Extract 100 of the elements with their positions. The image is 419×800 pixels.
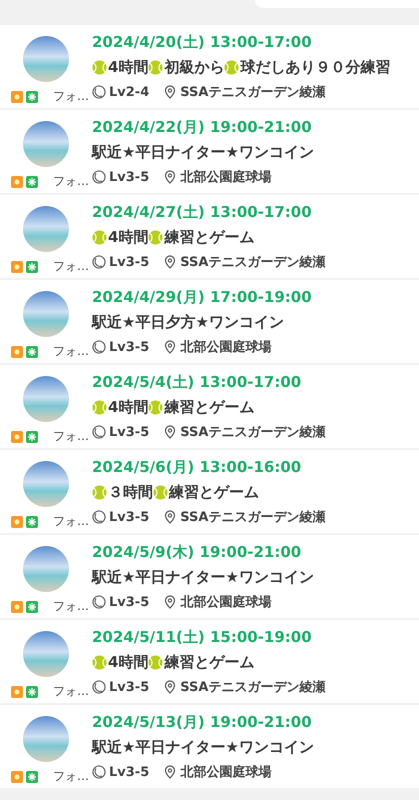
event-card[interactable]: フォ… 2024/4/20(土) 13:00-17:00 4時間 初級から 球だしあり９０分練習 Lv2-4 SSAテニスガーデン綾瀬 xyxy=(0,25,419,108)
event-date: 2024/5/6(月) 13:00-16:00 xyxy=(92,458,302,477)
event-title: 4時間 xyxy=(108,58,148,77)
organizer-name: フォ… xyxy=(53,258,89,275)
avatar-photo-placeholder xyxy=(23,121,69,167)
level-icon xyxy=(92,680,106,694)
level-text: Lv3-5 xyxy=(109,254,150,270)
level-icon xyxy=(92,340,106,354)
event-title: 4時間 xyxy=(108,228,148,247)
level-icon xyxy=(92,425,106,439)
tennis-ball-icon xyxy=(92,485,107,500)
event-date: 2024/4/22(月) 19:00-21:00 xyxy=(92,118,313,137)
level-text: Lv3-5 xyxy=(109,170,150,184)
event-title: 駅近★平日ナイター★ワンコイン xyxy=(92,568,314,587)
organizer-name: フォ… xyxy=(53,173,89,190)
location-pin-icon xyxy=(163,85,178,99)
event-title: 駅近★平日ナイター★ワンコイン xyxy=(92,143,314,162)
organizer-name: フォ… xyxy=(53,598,89,615)
event-card[interactable]: フォ… 2024/5/11(土) 15:00-19:00 4時間 練習とゲーム Lv3-5 SSAテニスガーデン綾瀬 xyxy=(0,620,419,703)
sun-badge-icon xyxy=(11,770,23,782)
sun-badge-icon xyxy=(11,90,23,102)
asterisk-badge-icon xyxy=(26,260,38,272)
event-title: 初級から xyxy=(164,58,224,77)
event-card[interactable]: フォ… 2024/5/4(土) 13:00-17:00 4時間 練習とゲーム Lv3-5 SSAテニスガーデン綾瀬 xyxy=(0,365,419,448)
avatar-photo-placeholder xyxy=(23,206,69,252)
event-date: 2024/4/27(土) 13:00-17:00 xyxy=(92,203,313,222)
asterisk-badge-icon xyxy=(26,686,38,698)
event-card[interactable]: フォ… 2024/5/6(月) 13:00-16:00 ３時間 練習とゲーム Lv3-5 SSAテニスガーデン綾瀬 xyxy=(0,450,419,533)
asterisk-badge-icon xyxy=(26,176,38,188)
location-pin-icon xyxy=(163,340,178,354)
asterisk-badge-icon xyxy=(26,516,38,528)
sun-badge-icon xyxy=(11,176,23,188)
location-pin-icon xyxy=(163,510,178,524)
level-text: Lv3-5 xyxy=(109,680,150,694)
organizer-name: フォ… xyxy=(53,343,89,360)
event-title: ３時間 xyxy=(108,483,153,502)
tennis-ball-icon xyxy=(148,230,164,245)
asterisk-badge-icon xyxy=(26,770,38,782)
level-icon xyxy=(92,595,106,609)
avatar-photo-placeholder xyxy=(23,376,69,422)
event-title: 練習とゲーム xyxy=(164,653,254,672)
event-date: 2024/4/29(月) 17:00-19:00 xyxy=(92,288,313,307)
event-card[interactable]: フォ… 2024/5/13(月) 19:00-21:00 駅近★平日ナイター★ワンコイン Lv3-5 北部公園庭球場 xyxy=(0,705,419,788)
asterisk-badge-icon xyxy=(26,90,38,102)
sun-badge-icon xyxy=(11,260,23,272)
level-text: Lv3-5 xyxy=(109,340,150,354)
level-icon xyxy=(92,85,106,99)
place-text: SSAテニスガーデン綾瀬 xyxy=(180,509,326,526)
location-pin-icon xyxy=(163,765,178,779)
tennis-ball-icon xyxy=(148,655,164,670)
location-pin-icon xyxy=(163,680,178,694)
level-icon xyxy=(92,765,106,779)
organizer-name: フォ… xyxy=(53,428,89,445)
location-pin-icon xyxy=(163,170,178,184)
event-card[interactable]: フォ… 2024/5/9(木) 19:00-21:00 駅近★平日ナイター★ワンコイン Lv3-5 北部公園庭球場 xyxy=(0,535,419,618)
event-card[interactable]: フォ… 2024/4/29(月) 17:00-19:00 駅近★平日夕方★ワンコイン Lv3-5 北部公園庭球場 xyxy=(0,280,419,363)
level-text: Lv3-5 xyxy=(109,594,150,610)
tennis-ball-icon xyxy=(92,230,107,245)
organizer-name: フォ… xyxy=(53,88,89,105)
avatar-photo-placeholder xyxy=(23,631,69,677)
place-text: 北部公園庭球場 xyxy=(180,168,272,186)
sun-badge-icon xyxy=(11,686,23,698)
event-title: 練習とゲーム xyxy=(169,483,259,502)
event-card[interactable]: フォ… 2024/4/27(土) 13:00-17:00 4時間 練習とゲーム Lv3-5 SSAテニスガーデン綾瀬 xyxy=(0,195,419,278)
location-pin-icon xyxy=(163,595,178,609)
level-icon xyxy=(92,170,106,184)
event-date: 2024/4/20(土) 13:00-17:00 xyxy=(92,33,313,52)
event-title: 駅近★平日ナイター★ワンコイン xyxy=(92,738,314,757)
level-text: Lv2-4 xyxy=(109,84,150,100)
tennis-ball-icon xyxy=(92,400,107,415)
place-text: 北部公園庭球場 xyxy=(180,338,272,356)
location-pin-icon xyxy=(163,425,178,439)
level-icon xyxy=(92,510,106,524)
tennis-ball-icon xyxy=(148,60,164,75)
event-title: 練習とゲーム xyxy=(164,228,254,247)
avatar-photo-placeholder xyxy=(23,461,69,507)
event-card[interactable]: フォ… 2024/4/22(月) 19:00-21:00 駅近★平日ナイター★ワンコイン Lv3-5 北部公園庭球場 xyxy=(0,110,419,193)
organizer-name: フォ… xyxy=(53,683,89,700)
place-text: SSAテニスガーデン綾瀬 xyxy=(180,679,326,696)
place-text: SSAテニスガーデン綾瀬 xyxy=(180,254,326,271)
level-icon xyxy=(92,255,106,269)
tennis-ball-icon xyxy=(224,60,240,75)
event-date: 2024/5/13(月) 19:00-21:00 xyxy=(92,713,313,732)
organizer-name: フォ… xyxy=(53,513,89,530)
event-title: 球だしあり９０分練習 xyxy=(240,58,390,77)
tennis-ball-icon xyxy=(92,655,107,670)
tennis-ball-icon xyxy=(153,485,168,500)
asterisk-badge-icon xyxy=(26,600,38,612)
level-text: Lv3-5 xyxy=(109,510,150,524)
event-title: 練習とゲーム xyxy=(164,398,254,417)
avatar-photo-placeholder xyxy=(23,716,69,762)
place-text: 北部公園庭球場 xyxy=(180,764,272,781)
organizer-name: フォ… xyxy=(53,768,89,785)
event-title: 4時間 xyxy=(108,653,148,672)
avatar-photo-placeholder xyxy=(23,546,69,592)
tennis-ball-icon xyxy=(92,60,107,75)
avatar-photo-placeholder xyxy=(23,36,69,82)
sun-badge-icon xyxy=(11,430,23,442)
level-text: Lv3-5 xyxy=(109,764,150,780)
asterisk-badge-icon xyxy=(26,430,38,442)
